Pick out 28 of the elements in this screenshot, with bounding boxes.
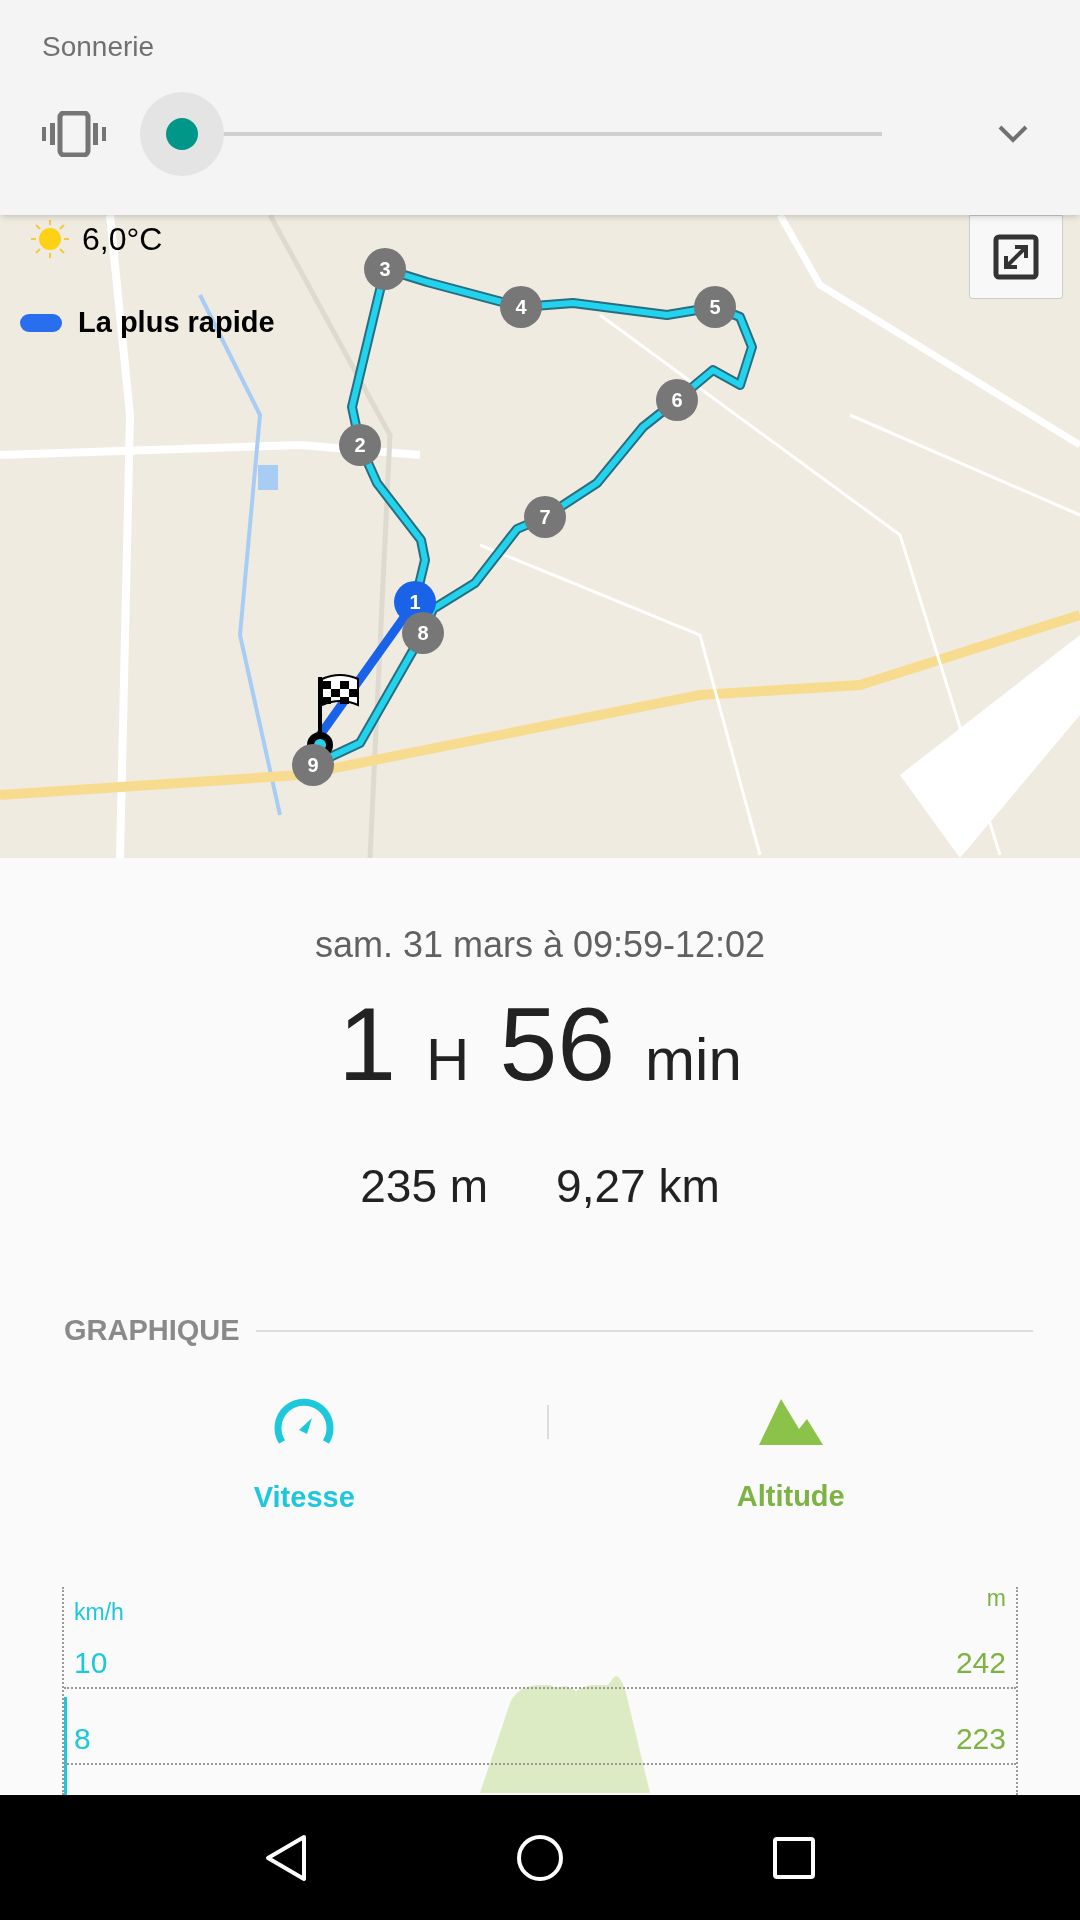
expand-icon bbox=[993, 234, 1039, 280]
mountains-icon bbox=[758, 1398, 823, 1445]
axis-tick: 10 bbox=[74, 1645, 108, 1681]
chart-tab[interactable]: Altitude bbox=[548, 1398, 1033, 1519]
chevron-down-icon[interactable] bbox=[998, 125, 1028, 143]
duration-unit: min bbox=[645, 1030, 742, 1090]
elevation-value: 235 m bbox=[360, 1159, 489, 1214]
back-icon[interactable] bbox=[264, 1833, 308, 1882]
temperature: 6,0°C bbox=[82, 220, 163, 259]
home-icon[interactable] bbox=[516, 1833, 564, 1882]
duration-value: 56 bbox=[499, 992, 616, 1096]
trip-date: sam. 31 mars à 09:59-12:02 bbox=[314, 923, 766, 967]
panel-title: Sonnerie bbox=[42, 30, 156, 64]
sun-icon bbox=[30, 219, 70, 259]
axis-unit: m bbox=[986, 1583, 1006, 1613]
distance-value: 9,27 km bbox=[556, 1159, 720, 1214]
duration-unit: H bbox=[426, 1030, 470, 1090]
volume-slider[interactable] bbox=[140, 92, 882, 176]
axis-tick: 8 bbox=[74, 1721, 91, 1757]
recents-icon[interactable] bbox=[772, 1835, 816, 1880]
route-label: La plus rapide bbox=[78, 305, 275, 340]
section-heading: GRAPHIQUE bbox=[64, 1313, 240, 1348]
axis-tick: 223 bbox=[955, 1721, 1006, 1757]
axis-tick: 242 bbox=[955, 1645, 1006, 1681]
vibrate-icon[interactable] bbox=[42, 111, 106, 157]
duration-value: 1 bbox=[338, 992, 397, 1096]
axis-unit: km/h bbox=[74, 1597, 124, 1627]
fullscreen-button[interactable] bbox=[969, 215, 1063, 299]
